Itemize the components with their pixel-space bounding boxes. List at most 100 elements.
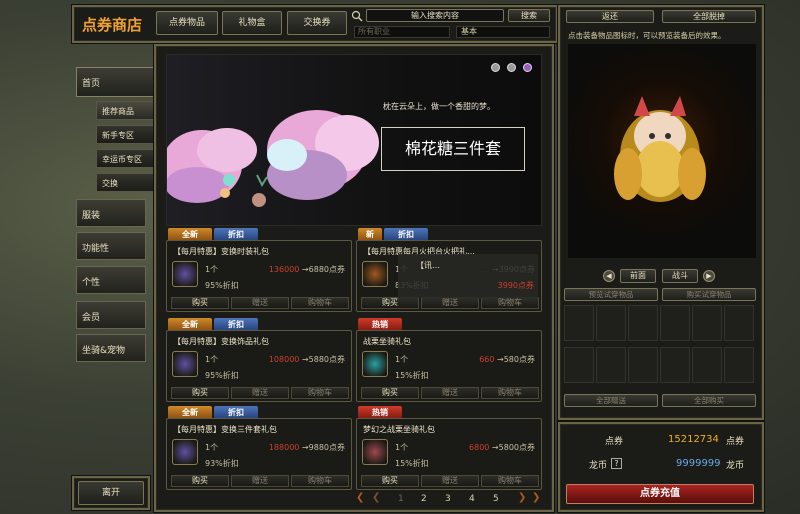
page-next-icon[interactable]: ❯ [518,492,526,503]
equipment-slot[interactable] [596,347,626,383]
equipment-slot[interactable] [564,305,594,341]
nav-personal[interactable]: 个性 [76,266,146,294]
equipment-slot[interactable] [628,305,658,341]
buy-all-button[interactable]: 全部购买 [662,394,756,407]
banner-dot-1[interactable] [491,63,500,72]
dragon-help-icon[interactable]: ? [611,458,622,469]
product-icon[interactable] [172,439,198,465]
recharge-button[interactable]: 点券充值 [566,484,754,504]
gift-button[interactable]: 赠送 [421,297,479,309]
product-card[interactable]: 【每月特惠】变换饰品礼包 1个 108000 →5880点券 95%折扣 购买 … [166,330,352,402]
page-2[interactable]: 2 [421,494,427,504]
equipment-slot[interactable] [564,347,594,383]
product-discount: 95%折扣 [205,281,239,290]
product-discount: 93%折扣 [205,459,239,468]
product-icon[interactable] [172,261,198,287]
banner[interactable]: 枕在云朵上，做一个香甜的梦。 棉花糖三件套 [166,54,542,226]
preview-try-button[interactable]: 预览试穿物品 [564,288,658,301]
product-old-price: 660 [479,355,495,364]
product-new-price: 5800点券 [498,443,535,452]
return-button[interactable]: 返还 [566,10,654,23]
equipment-slot[interactable] [724,305,754,341]
battle-view-button[interactable]: 战斗 [662,269,698,283]
cart-button[interactable]: 购物车 [481,297,539,309]
buy-button[interactable]: 购买 [171,387,229,399]
gift-button[interactable]: 赠送 [231,475,289,487]
remove-all-button[interactable]: 全部脱掉 [662,10,756,23]
product-qty: 1个 [205,355,219,364]
page-prev-icon[interactable]: ❮ [356,492,364,503]
shop-title: 点券商店 [82,16,143,34]
product-card[interactable]: 【每月特惠】变换三件套礼包 1个 188000 →9880点券 93%折扣 购买… [166,418,352,490]
page-last-icon[interactable]: ❯ [532,492,540,503]
rotate-right-icon[interactable]: ▶ [703,270,715,282]
equipment-slot[interactable] [692,347,722,383]
tab-exchange-ticket[interactable]: 交换券 [287,11,347,35]
product-card[interactable]: 梦幻之战栗坐骑礼包 1个 6800 →5800点券 15%折扣 购买 赠送 购物… [356,418,542,490]
gift-button[interactable]: 赠送 [421,387,479,399]
nav-functional[interactable]: 功能性 [76,232,146,260]
buy-button[interactable]: 购买 [361,297,419,309]
tab-points-items[interactable]: 点券物品 [156,11,218,35]
product-qty: 1个 [205,443,219,452]
gift-button[interactable]: 赠送 [231,297,289,309]
character-image [614,96,706,202]
equipment-slot[interactable] [692,305,722,341]
product-old-price: 6800 [469,443,490,452]
product-qty: 1个 [395,355,409,364]
cart-button[interactable]: 购物车 [291,475,349,487]
cart-button[interactable]: 购物车 [481,475,539,487]
nav-newbie[interactable]: 新手专区 [96,125,160,144]
banner-title: 棉花糖三件套 [381,127,525,171]
nav-member[interactable]: 会员 [76,301,146,329]
search-icon[interactable] [351,10,363,22]
page-1[interactable]: 1 [398,494,404,504]
product-card[interactable]: 【每月特惠】变换时装礼包 1个 136000 →6880点券 95%折扣 购买 … [166,240,352,312]
cart-button[interactable]: 购物车 [291,387,349,399]
page-first-icon[interactable]: ❮ [372,492,380,503]
page-5[interactable]: 5 [493,494,499,504]
nav-home[interactable]: 首页 [76,67,160,97]
equipment-slot[interactable] [660,347,690,383]
product-icon[interactable] [362,261,388,287]
gift-button[interactable]: 赠送 [421,475,479,487]
buy-button[interactable]: 购买 [171,475,229,487]
equipment-slot[interactable] [628,347,658,383]
equipment-slot[interactable] [660,305,690,341]
product-icon[interactable] [362,439,388,465]
rotate-left-icon[interactable]: ◀ [603,270,615,282]
sort-select[interactable]: 基本 [456,26,550,38]
buy-button[interactable]: 购买 [361,475,419,487]
equipment-slot[interactable] [596,305,626,341]
buy-try-button[interactable]: 购买试穿物品 [662,288,756,301]
product-price: 136000 →6880点券 [268,265,345,274]
gift-all-button[interactable]: 全部赠送 [564,394,658,407]
equipment-slot[interactable] [724,347,754,383]
page-4[interactable]: 4 [469,494,475,504]
front-view-button[interactable]: 前面 [620,269,656,283]
search-button[interactable]: 搜索 [508,9,550,22]
banner-dot-2[interactable] [507,63,516,72]
buy-button[interactable]: 购买 [361,387,419,399]
nav-recommended[interactable]: 推荐商品 [96,101,160,120]
nav-lucky-coin[interactable]: 幸运币专区 [96,149,160,168]
gift-button[interactable]: 赠送 [231,387,289,399]
product-icon[interactable] [362,351,388,377]
job-filter-select[interactable]: 所有职业 [354,26,450,38]
points-label: 点券 [605,437,624,447]
tab-gift-box[interactable]: 礼物盒 [222,11,282,35]
search-input[interactable]: 输入搜索内容 [366,9,504,22]
buy-button[interactable]: 购买 [171,297,229,309]
exit-button[interactable]: 离开 [78,481,144,505]
nav-clothing[interactable]: 服装 [76,199,146,227]
banner-dot-3[interactable] [523,63,532,72]
cart-button[interactable]: 购物车 [481,387,539,399]
product-new-price: 6880点券 [308,265,345,274]
product-icon[interactable] [172,351,198,377]
nav-exchange[interactable]: 交换 [96,173,160,192]
cart-button[interactable]: 购物车 [291,297,349,309]
product-card[interactable]: 战栗坐骑礼包 1个 660 →580点券 15%折扣 购买 赠送 购物车 [356,330,542,402]
product-old-price: 136000 [268,265,300,274]
page-3[interactable]: 3 [445,494,451,504]
nav-mount-pet[interactable]: 坐骑&宠物 [76,334,146,362]
